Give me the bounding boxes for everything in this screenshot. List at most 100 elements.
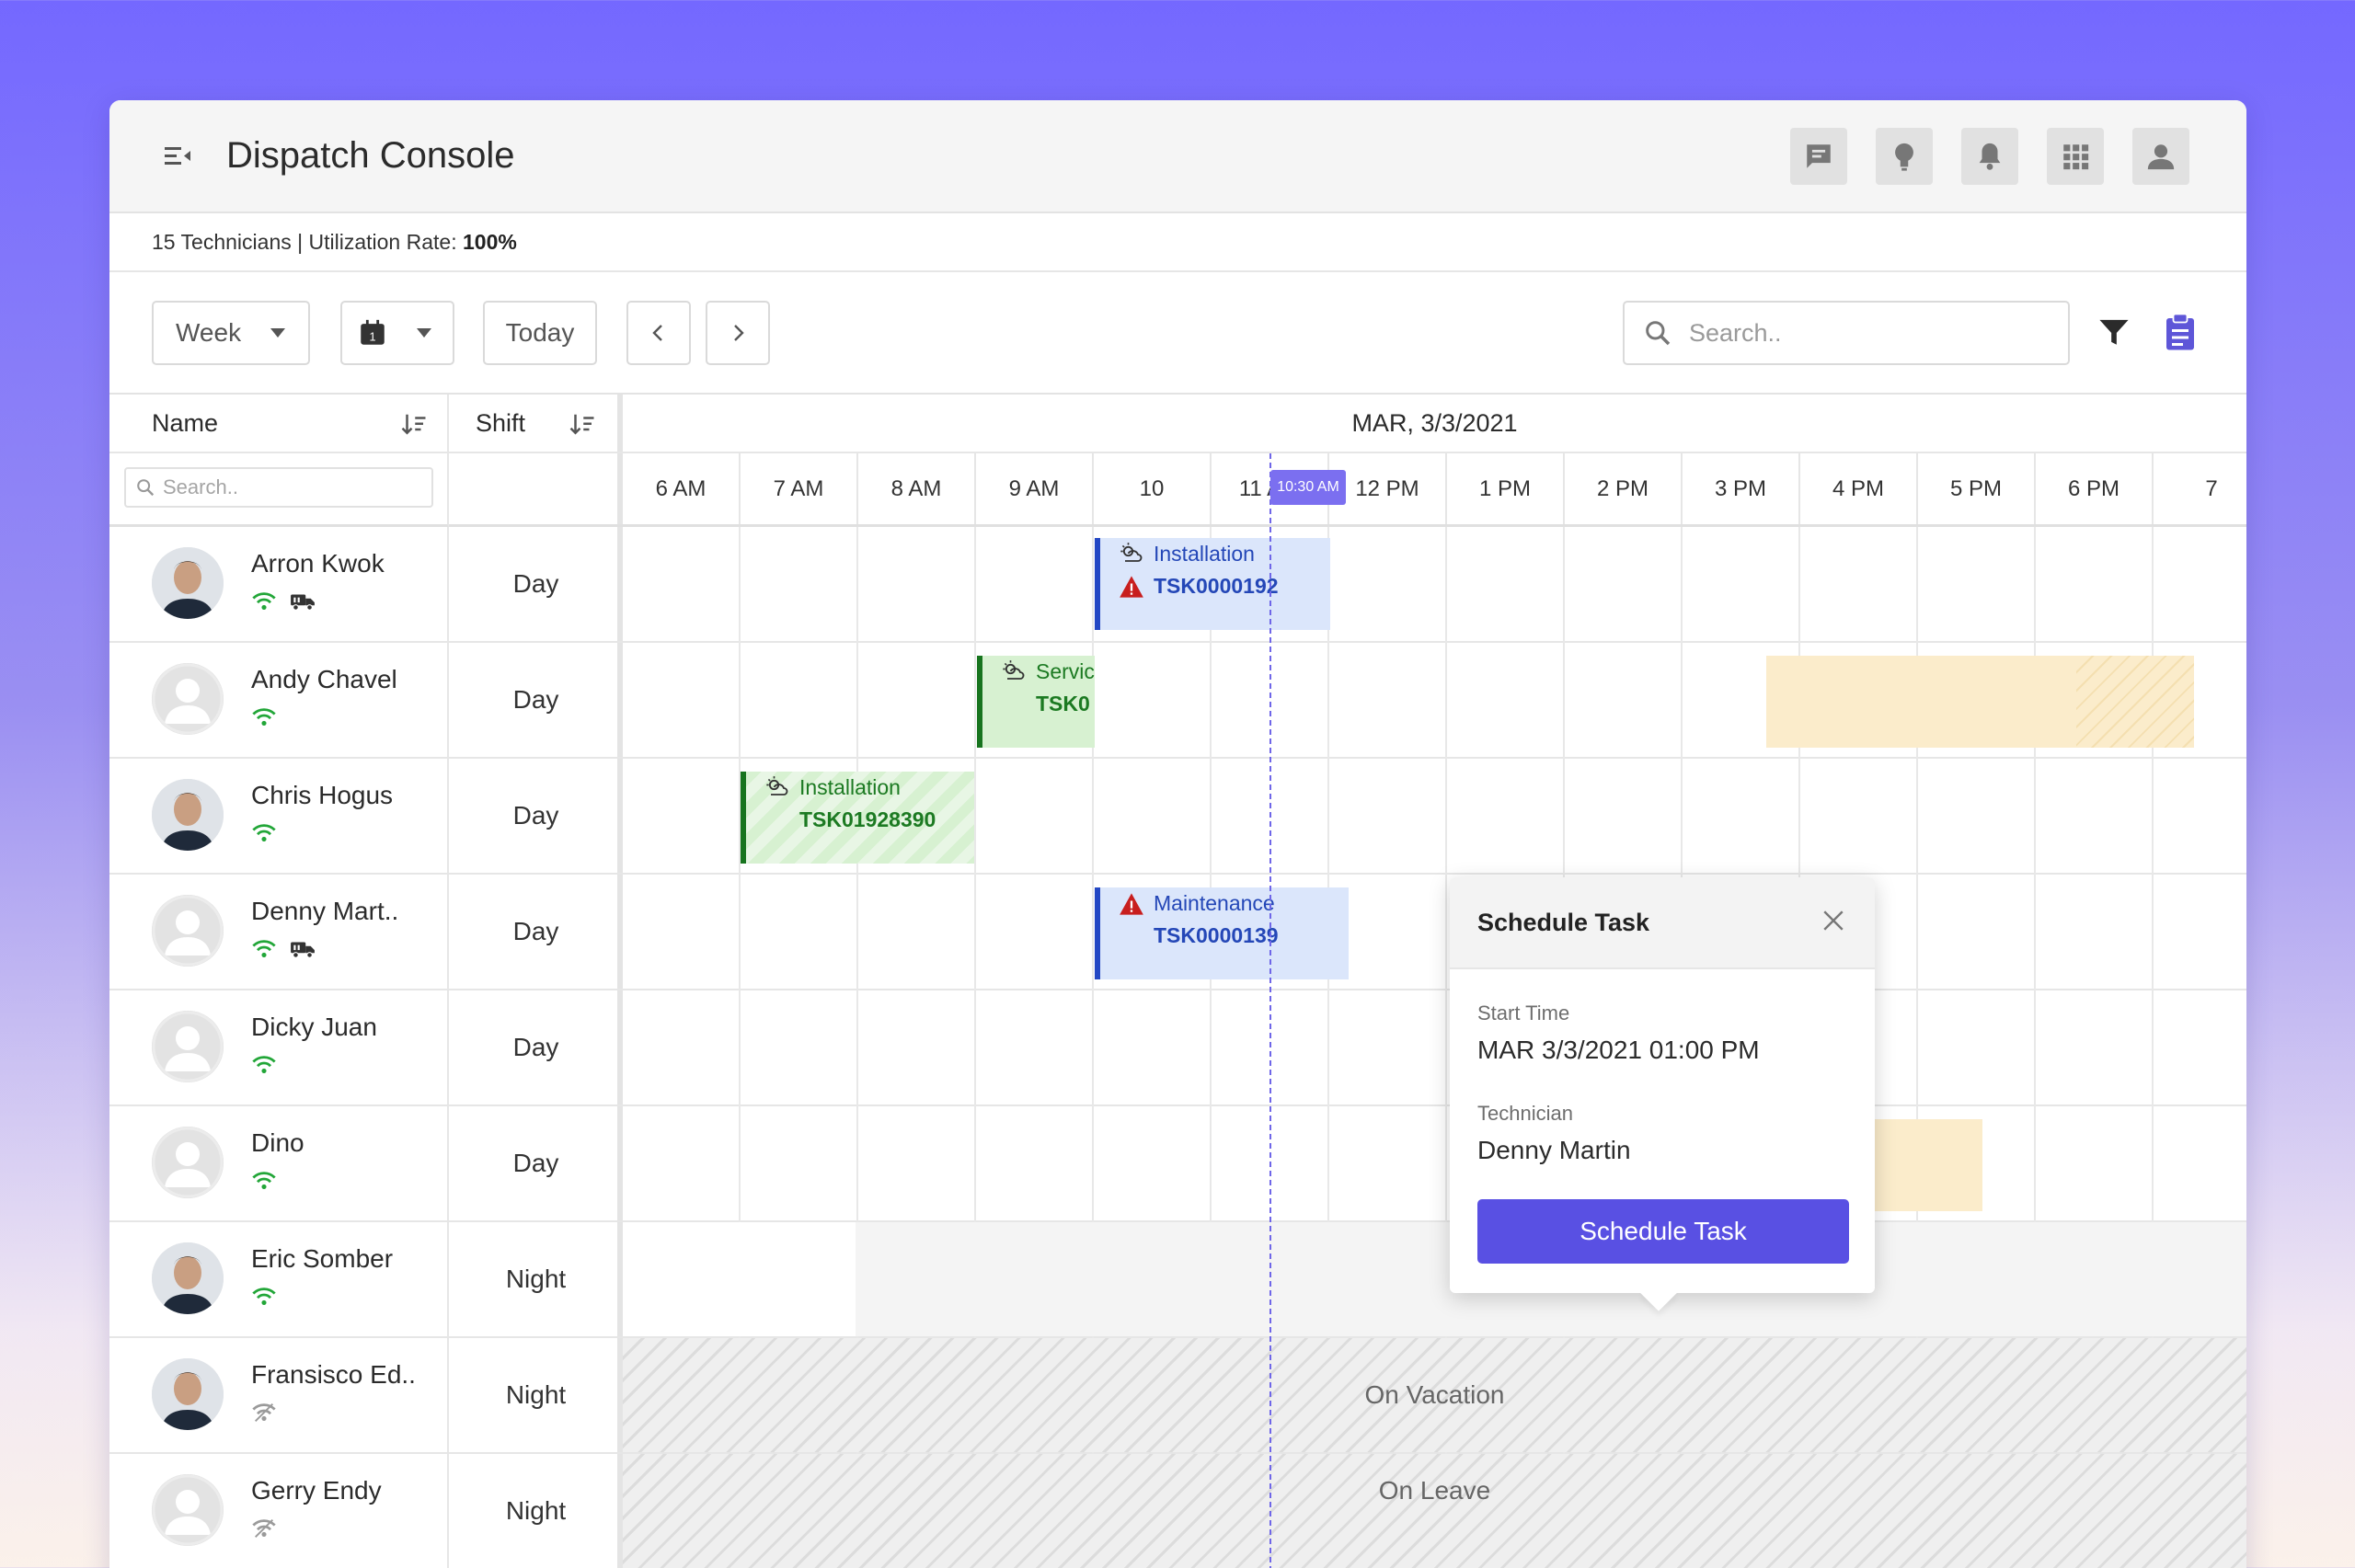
wifi-icon	[252, 1403, 276, 1422]
utilization-label: Utilization Rate:	[308, 230, 457, 254]
task-card[interactable]: Installation TSK0000192	[1095, 538, 1330, 630]
technician-name-cell: Arron Kwok	[109, 527, 449, 641]
name-search-input[interactable]: Search..	[124, 467, 433, 508]
grid-row-line	[623, 1104, 2246, 1106]
technician-name[interactable]: Arron Kwok	[251, 549, 385, 578]
profile-button[interactable]	[2132, 128, 2189, 185]
top-bar: Dispatch Console	[109, 100, 2246, 213]
technician-status-icons	[251, 591, 316, 612]
task-type: Servic	[1036, 659, 1095, 683]
technician-row[interactable]: Fransisco Ed.. Night	[109, 1338, 623, 1454]
technician-list: Name Shift Search.. Arron Kwok Day Andy …	[109, 395, 623, 1568]
technician-shift: Night	[505, 1496, 567, 1525]
task-code: TSK0000192	[1154, 574, 1279, 598]
today-button[interactable]: Today	[483, 301, 597, 365]
wifi-icon	[252, 1288, 276, 1305]
technician-status-icons	[251, 823, 277, 843]
wifi-icon	[252, 1519, 276, 1538]
technician-name[interactable]: Dicky Juan	[251, 1013, 377, 1042]
technician-row[interactable]: Gerry Endy Night	[109, 1454, 623, 1568]
task-code: TSK0	[1036, 692, 1090, 715]
page-title: Dispatch Console	[226, 135, 515, 176]
hour-label: 9 AM	[976, 453, 1094, 524]
technician-name[interactable]: Chris Hogus	[251, 781, 393, 810]
warning-icon	[1120, 892, 1143, 915]
schedule-cells: On Vacation On Leave Installation TSK000…	[623, 527, 2246, 1568]
technician-name[interactable]: Dino	[251, 1128, 304, 1158]
technician-name[interactable]: Denny Mart..	[251, 897, 398, 926]
technician-shift: Day	[512, 801, 559, 830]
notifications-button[interactable]	[1961, 128, 2018, 185]
bell-icon	[1979, 143, 2001, 170]
hour-label: 1 PM	[1447, 453, 1565, 524]
menu-collapse-icon[interactable]	[165, 145, 192, 167]
filter-icon[interactable]	[2098, 318, 2130, 348]
technician-row[interactable]: Eric Somber Night	[109, 1222, 623, 1338]
technician-label: Technician	[1477, 1102, 1573, 1125]
vacation-block: On Vacation	[623, 1338, 2246, 1452]
technician-status-icons	[251, 1518, 277, 1539]
avatar	[152, 1474, 224, 1546]
clipboard-icon[interactable]	[2164, 313, 2197, 351]
chat-button[interactable]	[1790, 128, 1847, 185]
view-select[interactable]: Week	[152, 301, 310, 365]
technician-name[interactable]: Gerry Endy	[251, 1476, 382, 1505]
technician-name[interactable]: Andy Chavel	[251, 665, 397, 694]
hour-label: 10	[1094, 453, 1212, 524]
task-code: TSK01928390	[799, 807, 936, 831]
avatar	[152, 1242, 224, 1314]
hour-label: 7	[2154, 453, 2246, 524]
grid-row-line	[623, 989, 2246, 990]
task-type: Installation	[1154, 542, 1255, 566]
task-card[interactable]: Installation TSK01928390	[741, 772, 974, 864]
previous-button[interactable]	[626, 301, 691, 365]
task-card[interactable]: Maintenance TSK0000139	[1095, 887, 1349, 979]
hour-label: 4 PM	[1800, 453, 1918, 524]
task-type: Installation	[799, 775, 901, 799]
task-code: TSK0000139	[1154, 923, 1279, 947]
technician-name-cell: Dino	[109, 1106, 449, 1220]
technician-row[interactable]: Chris Hogus Day	[109, 759, 623, 875]
technician-name[interactable]: Eric Somber	[251, 1244, 393, 1274]
apps-button[interactable]	[2047, 128, 2104, 185]
ideas-button[interactable]	[1876, 128, 1933, 185]
technician-name[interactable]: Fransisco Ed..	[251, 1360, 416, 1390]
technician-row[interactable]: Arron Kwok Day	[109, 527, 623, 643]
toolbar: Week 1 Today Search..	[109, 272, 2246, 395]
technician-shift: Day	[512, 685, 559, 714]
schedule-task-button[interactable]: Schedule Task	[1477, 1199, 1849, 1264]
shift-column-header[interactable]: Shift	[449, 395, 623, 453]
hour-label: 6 AM	[623, 453, 741, 524]
shift-column-label: Shift	[476, 409, 526, 437]
technician-status-icons	[251, 1171, 277, 1191]
technician-row[interactable]: Andy Chavel Day	[109, 643, 623, 759]
wifi-icon	[252, 940, 276, 957]
technician-row[interactable]: Dino Day	[109, 1106, 623, 1222]
wifi-icon	[252, 824, 276, 841]
avatar	[152, 1127, 224, 1198]
next-button[interactable]	[706, 301, 770, 365]
technician-row[interactable]: Dicky Juan Day	[109, 990, 623, 1106]
sort-icon[interactable]	[569, 411, 596, 439]
technician-row[interactable]: Denny Mart.. Day	[109, 875, 623, 990]
sort-icon[interactable]	[400, 411, 428, 439]
chevron-down-icon	[270, 328, 285, 338]
task-type: Maintenance	[1154, 891, 1275, 915]
calendar-icon: 1	[361, 319, 385, 345]
lightbulb-icon	[1895, 143, 1913, 171]
avatar	[152, 1358, 224, 1430]
technician-name-cell: Eric Somber	[109, 1222, 449, 1336]
close-icon[interactable]	[1821, 909, 1845, 933]
hour-label: 8 AM	[858, 453, 976, 524]
wifi-icon	[252, 1172, 276, 1189]
wifi-icon	[252, 592, 276, 610]
task-block-andy-yellow-overtime	[2076, 656, 2194, 748]
name-column-header[interactable]: Name	[109, 395, 449, 453]
leave-label: On Leave	[1378, 1476, 1491, 1505]
search-input[interactable]: Search..	[1623, 301, 2070, 365]
task-card[interactable]: Servic TSK0	[977, 656, 1095, 748]
date-picker-button[interactable]: 1	[340, 301, 454, 365]
technician-name-cell: Denny Mart..	[109, 875, 449, 989]
hour-label: 2 PM	[1565, 453, 1683, 524]
current-time-line	[1269, 453, 1271, 1568]
